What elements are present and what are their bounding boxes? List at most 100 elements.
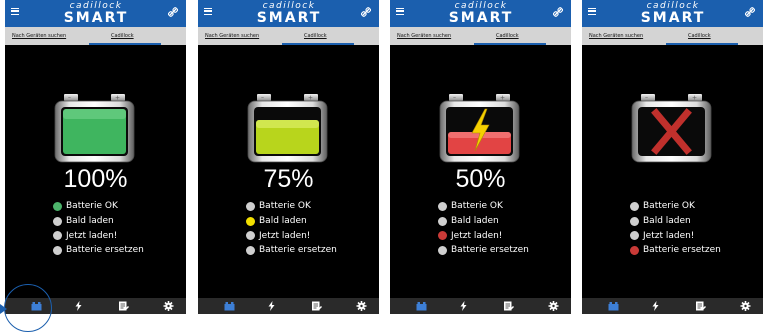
battery-percent: 75%: [263, 165, 314, 193]
pointer-arrow-icon: [0, 304, 7, 314]
svg-text:+: +: [500, 95, 505, 102]
lightning-icon[interactable]: [458, 301, 469, 311]
status-row-ok: Batterie OK: [630, 199, 721, 214]
logo: cadillock SMART: [442, 1, 520, 26]
app-bar: cadillock SMART: [5, 0, 186, 27]
tab-active-indicator: [282, 43, 354, 45]
lightning-icon[interactable]: [266, 301, 277, 311]
svg-text:–: –: [68, 95, 71, 102]
status-dot: [630, 231, 639, 241]
status-label: Batterie OK: [259, 201, 311, 212]
battery-percent: 100%: [63, 165, 128, 193]
status-label: Batterie OK: [451, 201, 503, 212]
status-label: Bald laden: [451, 216, 499, 227]
svg-text:–: –: [453, 95, 456, 102]
tab-cadillock[interactable]: Cadillock: [688, 33, 711, 39]
lightning-icon[interactable]: [73, 301, 84, 311]
notes-icon[interactable]: [503, 301, 514, 311]
notes-icon[interactable]: [311, 301, 322, 311]
tab-search-devices[interactable]: Nach Geräten suchen: [589, 33, 643, 39]
link-icon[interactable]: [745, 7, 755, 17]
status-row-ok: Batterie OK: [438, 199, 529, 214]
svg-text:+: +: [692, 95, 697, 102]
tab-search-devices[interactable]: Nach Geräten suchen: [12, 33, 66, 39]
phone-screen-100: cadillock SMART Nach Geräten suchen Cadi…: [5, 0, 186, 314]
logo-bottom: SMART: [448, 10, 514, 26]
status-dot: [630, 245, 639, 255]
status-list: Batterie OK Bald laden Jetzt laden! Batt…: [53, 199, 144, 258]
status-row-now: Jetzt laden!: [438, 228, 529, 243]
tab-search-devices[interactable]: Nach Geräten suchen: [205, 33, 259, 39]
lightning-icon[interactable]: [650, 301, 661, 311]
status-label: Bald laden: [643, 216, 691, 227]
status-row-ok: Batterie OK: [246, 199, 337, 214]
status-row-soon: Bald laden: [246, 214, 337, 229]
app-bar: cadillock SMART: [582, 0, 763, 27]
gear-icon[interactable]: [740, 301, 751, 311]
menu-icon[interactable]: [396, 8, 404, 15]
bottom-nav: [390, 298, 571, 314]
bottom-nav: [582, 298, 763, 314]
status-label: Jetzt laden!: [259, 230, 311, 241]
logo: cadillock SMART: [634, 1, 712, 26]
logo: cadillock SMART: [57, 1, 135, 26]
status-list: Batterie OK Bald laden Jetzt laden! Batt…: [438, 199, 529, 258]
status-dot: [246, 216, 255, 226]
logo-bottom: SMART: [640, 10, 706, 26]
logo-bottom: SMART: [256, 10, 322, 26]
tab-bar: Nach Geräten suchen Cadillock: [5, 27, 186, 45]
gear-icon[interactable]: [548, 301, 559, 311]
menu-icon[interactable]: [588, 8, 596, 15]
status-dot: [53, 231, 62, 241]
svg-text:–: –: [261, 95, 264, 102]
status-dot: [53, 245, 62, 255]
link-icon[interactable]: [361, 7, 371, 17]
link-icon[interactable]: [553, 7, 563, 17]
status-row-replace: Batterie ersetzen: [630, 243, 721, 258]
phone-screen-replace: cadillock SMART Nach Geräten suchen Cadi…: [582, 0, 763, 314]
status-row-now: Jetzt laden!: [53, 228, 144, 243]
link-icon[interactable]: [168, 7, 178, 17]
tab-bar: Nach Geräten suchen Cadillock: [198, 27, 379, 45]
notes-icon[interactable]: [118, 301, 129, 311]
phone-screen-75: cadillock SMART Nach Geräten suchen Cadi…: [198, 0, 379, 314]
notes-icon[interactable]: [695, 301, 706, 311]
tab-search-devices[interactable]: Nach Geräten suchen: [397, 33, 451, 39]
battery-icon[interactable]: [224, 301, 235, 311]
status-dot: [246, 201, 255, 211]
status-row-soon: Bald laden: [630, 214, 721, 229]
svg-text:+: +: [115, 95, 120, 102]
status-dot: [246, 245, 255, 255]
status-label: Jetzt laden!: [451, 230, 503, 241]
status-dot: [438, 216, 447, 226]
status-row-replace: Batterie ersetzen: [53, 243, 144, 258]
tab-bar: Nach Geräten suchen Cadillock: [582, 27, 763, 45]
tab-cadillock[interactable]: Cadillock: [496, 33, 519, 39]
svg-text:–: –: [645, 95, 648, 102]
phone-screen-50: cadillock SMART Nach Geräten suchen Cadi…: [390, 0, 571, 314]
app-bar: cadillock SMART: [390, 0, 571, 27]
status-row-replace: Batterie ersetzen: [246, 243, 337, 258]
status-label: Batterie ersetzen: [451, 245, 529, 256]
status-row-replace: Batterie ersetzen: [438, 243, 529, 258]
battery-icon[interactable]: [608, 301, 619, 311]
battery-percent: 50%: [455, 165, 506, 193]
status-label: Bald laden: [259, 216, 307, 227]
battery-replace-icon: – +: [631, 94, 712, 163]
gear-icon[interactable]: [163, 301, 174, 311]
status-label: Batterie ersetzen: [259, 245, 337, 256]
bottom-nav: [198, 298, 379, 314]
status-row-now: Jetzt laden!: [246, 228, 337, 243]
status-dot: [630, 201, 639, 211]
highlight-circle: [4, 284, 52, 332]
tab-cadillock[interactable]: Cadillock: [111, 33, 134, 39]
menu-icon[interactable]: [11, 8, 19, 15]
svg-text:+: +: [308, 95, 313, 102]
status-dot: [630, 216, 639, 226]
gear-icon[interactable]: [356, 301, 367, 311]
tab-cadillock[interactable]: Cadillock: [304, 33, 327, 39]
tab-active-indicator: [89, 43, 161, 45]
status-dot: [438, 231, 447, 241]
menu-icon[interactable]: [204, 8, 212, 15]
battery-icon[interactable]: [416, 301, 427, 311]
